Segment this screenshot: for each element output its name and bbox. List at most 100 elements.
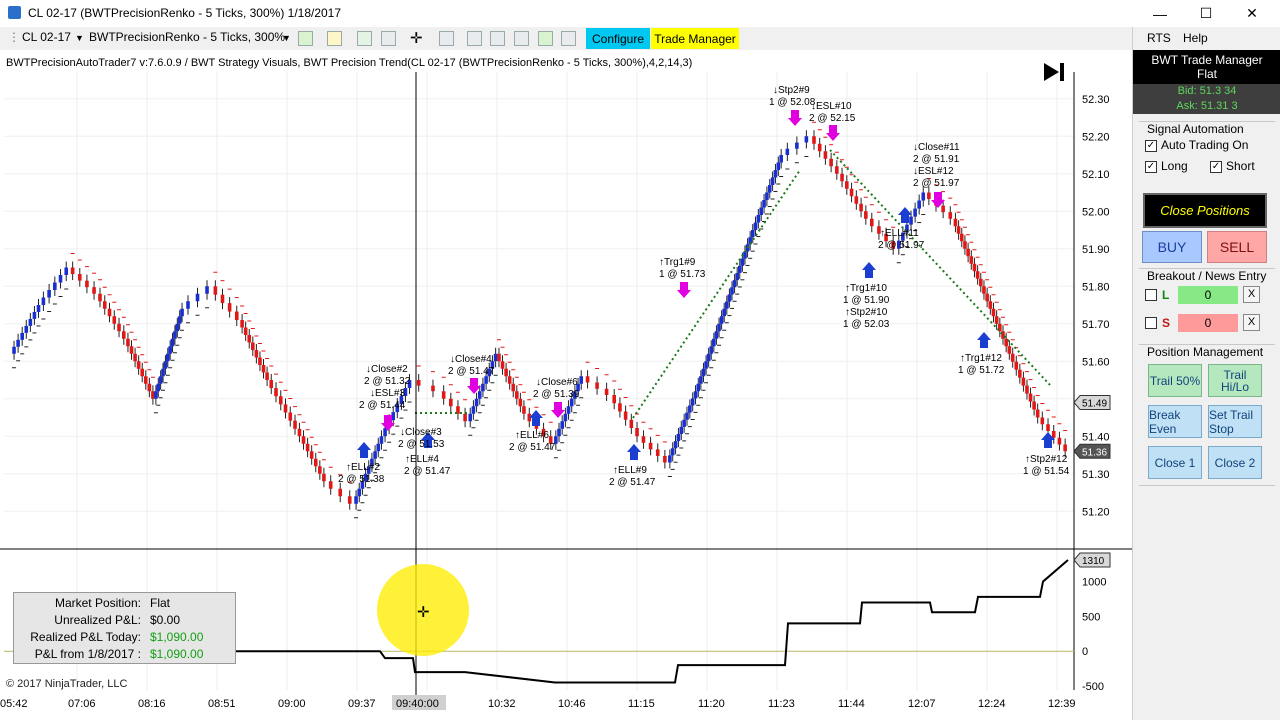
menu-help[interactable]: Help bbox=[1183, 31, 1208, 45]
trail-hilo-button[interactable]: Trail Hi/Lo bbox=[1208, 364, 1262, 397]
unrealized-value: $0.00 bbox=[150, 613, 181, 627]
renko-bar bbox=[77, 274, 82, 281]
renko-bar bbox=[511, 383, 516, 392]
time-tick-label: 11:44 bbox=[838, 698, 865, 710]
renko-bar bbox=[16, 339, 20, 347]
close-positions-button[interactable]: Close Positions bbox=[1143, 193, 1267, 228]
breakout-long-checkbox[interactable] bbox=[1145, 289, 1157, 301]
pnl-since-value: $1,090.00 bbox=[150, 647, 204, 661]
renko-bar bbox=[953, 218, 958, 227]
trade-annotation: ↓Stp2#9 bbox=[773, 85, 810, 96]
renko-bar bbox=[133, 353, 137, 362]
price-tick-label: 52.00 bbox=[1082, 206, 1110, 218]
price-tick-label: 52.20 bbox=[1082, 131, 1110, 143]
renko-bar bbox=[676, 434, 681, 442]
trade-annotation: 1 @ 51.54 bbox=[1023, 466, 1070, 477]
strategies-icon[interactable] bbox=[490, 31, 505, 46]
set-trail-stop-button[interactable]: Set Trail Stop bbox=[1208, 405, 1262, 438]
window-title: CL 02-17 (BWTPrecisionRenko - 5 Ticks, 3… bbox=[28, 6, 342, 20]
time-tick-label: 08:16 bbox=[138, 698, 166, 710]
chevron-down-icon[interactable]: ▼ bbox=[75, 33, 84, 43]
renko-bar bbox=[927, 192, 931, 200]
close-window-button[interactable]: ✕ bbox=[1229, 0, 1275, 27]
templates-icon[interactable] bbox=[514, 31, 529, 46]
trade-annotation: 2 @ 52.15 bbox=[809, 113, 856, 124]
properties-icon[interactable] bbox=[439, 31, 454, 46]
indicators-icon[interactable] bbox=[467, 31, 482, 46]
renko-bar bbox=[1014, 361, 1019, 370]
renko-bar bbox=[70, 267, 75, 275]
chevron-down-icon[interactable]: ▼ bbox=[282, 33, 291, 43]
renko-bar bbox=[750, 230, 755, 238]
title-bar: CL 02-17 (BWTPrecisionRenko - 5 Ticks, 3… bbox=[0, 0, 1280, 28]
renko-bar bbox=[297, 428, 302, 437]
zoom-out-icon[interactable] bbox=[381, 31, 396, 46]
renko-bar bbox=[154, 391, 158, 399]
price-tick-label: 51.80 bbox=[1082, 281, 1110, 293]
trade-annotation: ↓Close#3 bbox=[400, 427, 442, 438]
menu-rts[interactable]: RTS bbox=[1147, 31, 1171, 45]
renko-bar bbox=[829, 158, 833, 167]
short-checkbox[interactable]: ✓ bbox=[1210, 161, 1222, 173]
trade-manager-button[interactable]: Trade Manager bbox=[651, 28, 739, 49]
renko-bar bbox=[175, 323, 180, 332]
close-2-button[interactable]: Close 2 bbox=[1208, 446, 1262, 479]
renko-bar bbox=[205, 286, 209, 294]
position-summary: Market Position: Flat Unrealized P&L: $0… bbox=[13, 592, 236, 664]
renko-bar bbox=[258, 357, 262, 365]
trade-annotation: 2 @ 51.97 bbox=[878, 240, 925, 251]
renko-bar bbox=[854, 196, 859, 204]
time-tick-label: 05:42 bbox=[0, 698, 28, 710]
breakout-short-input[interactable]: 0 bbox=[1178, 314, 1238, 332]
minimize-button[interactable]: — bbox=[1137, 0, 1183, 27]
renko-bar bbox=[1051, 431, 1056, 438]
clear-long-button[interactable]: X bbox=[1243, 286, 1260, 303]
auto-trading-checkbox[interactable]: ✓ bbox=[1145, 140, 1157, 152]
renko-bar bbox=[941, 205, 945, 213]
instrument-selector[interactable]: CL 02-17 bbox=[22, 30, 71, 44]
window-icon[interactable] bbox=[561, 31, 576, 46]
trade-annotation: ↑Stp2#12 bbox=[1025, 454, 1068, 465]
clear-short-button[interactable]: X bbox=[1243, 314, 1260, 331]
renko-bar bbox=[776, 162, 781, 170]
sell-button[interactable]: SELL bbox=[1207, 231, 1267, 263]
renko-bar bbox=[969, 256, 974, 264]
zoom-in-icon[interactable] bbox=[357, 31, 372, 46]
bar-type-selector[interactable]: BWTPrecisionRenko - 5 Ticks, 300% bbox=[89, 30, 285, 44]
trade-annotation: ↓Close#6 bbox=[536, 377, 578, 388]
renko-bar bbox=[804, 136, 809, 143]
break-even-button[interactable]: Break Even bbox=[1148, 405, 1202, 438]
renko-bar bbox=[682, 419, 686, 427]
renko-bar bbox=[725, 301, 729, 309]
renko-bar bbox=[213, 286, 218, 295]
breakout-short-checkbox[interactable] bbox=[1145, 317, 1157, 329]
maximize-button[interactable]: ☐ bbox=[1183, 0, 1229, 27]
renko-bar bbox=[322, 473, 326, 482]
save-icon[interactable] bbox=[538, 31, 553, 46]
close-1-button[interactable]: Close 1 bbox=[1148, 446, 1202, 479]
renko-bar bbox=[195, 293, 200, 302]
renko-bar bbox=[274, 388, 278, 397]
trail-50-button[interactable]: Trail 50% bbox=[1148, 364, 1202, 397]
trade-annotation: 2 @ 51.38 bbox=[338, 474, 385, 485]
draw-tool-icon[interactable] bbox=[327, 31, 342, 46]
renko-bar bbox=[1021, 377, 1026, 386]
go-to-end-icon[interactable] bbox=[1042, 62, 1066, 82]
time-tick-label: 12:24 bbox=[978, 698, 1006, 710]
renko-bar bbox=[753, 222, 758, 230]
price-tick-label: 51.90 bbox=[1082, 244, 1110, 256]
configure-button[interactable]: Configure bbox=[586, 28, 650, 49]
renko-bar bbox=[416, 380, 421, 386]
renko-bar bbox=[126, 338, 130, 347]
buy-button[interactable]: BUY bbox=[1142, 231, 1202, 263]
renko-bar bbox=[629, 419, 634, 428]
breakout-long-input[interactable]: 0 bbox=[1178, 286, 1238, 304]
long-checkbox[interactable]: ✓ bbox=[1145, 161, 1157, 173]
bars-style-icon[interactable] bbox=[298, 31, 313, 46]
renko-bar bbox=[234, 311, 239, 320]
trade-annotation: ↑ELL#11 bbox=[880, 228, 919, 239]
crosshair-icon[interactable]: ✛ bbox=[410, 29, 423, 47]
time-tick-label: 12:07 bbox=[908, 698, 936, 710]
price-tick-label: 51.40 bbox=[1082, 431, 1110, 443]
renko-bar bbox=[522, 406, 526, 414]
